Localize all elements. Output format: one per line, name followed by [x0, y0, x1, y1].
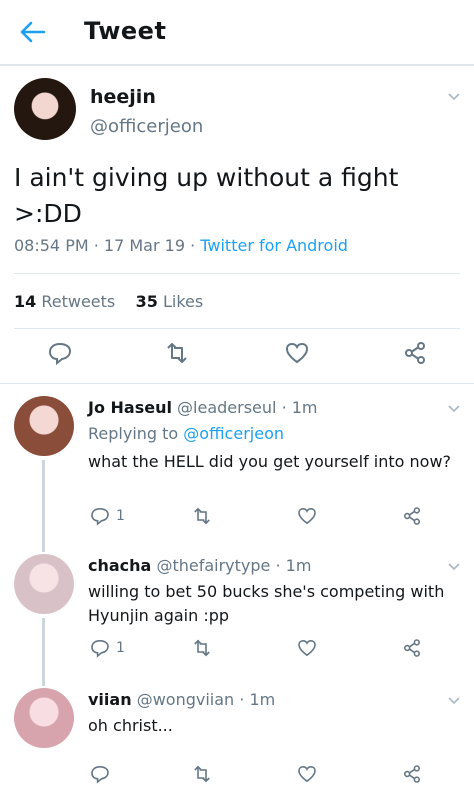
tweet-time: 08:54 PM — [14, 236, 89, 255]
reply-icon[interactable] — [88, 762, 112, 786]
divider — [14, 328, 460, 329]
reply-header: chacha @thefairytype · 1m — [88, 556, 311, 575]
share-icon[interactable] — [400, 762, 424, 786]
reply-icon[interactable] — [88, 636, 112, 660]
share-icon[interactable] — [400, 504, 424, 528]
chevron-down-icon[interactable] — [448, 694, 460, 706]
reply-time: 1m — [285, 556, 312, 575]
heart-icon[interactable] — [295, 504, 319, 528]
reply-tweet[interactable]: chacha @thefairytype · 1m willing to bet… — [0, 542, 474, 676]
meta-dot: · — [275, 556, 286, 575]
top-bar: Tweet — [0, 0, 474, 66]
reply-author-name[interactable]: chacha — [88, 556, 151, 575]
thread-line — [42, 460, 45, 542]
thread-line — [42, 618, 45, 676]
reply-tweet[interactable]: viian @wongviian · 1m oh christ... — [0, 676, 474, 800]
retweet-icon[interactable] — [190, 504, 214, 528]
avatar[interactable] — [14, 688, 74, 748]
avatar[interactable] — [14, 554, 74, 614]
reply-author-handle[interactable]: @leaderseul — [177, 398, 276, 417]
reply-actions — [88, 762, 458, 792]
thread-line — [42, 542, 45, 552]
tweet-date: 17 Mar 19 — [103, 236, 185, 255]
reply-count: 1 — [116, 508, 125, 524]
reply-text: willing to bet 50 bucks she's competing … — [88, 582, 445, 625]
chevron-down-icon[interactable] — [448, 560, 460, 572]
tweet-actions — [0, 338, 474, 378]
reply-tweet[interactable]: Jo Haseul @leaderseul · 1m Replying to @… — [0, 384, 474, 542]
reply-author-handle[interactable]: @thefairytype — [156, 556, 270, 575]
reply-actions: 1 — [88, 636, 458, 666]
retweet-icon[interactable] — [190, 636, 214, 660]
replying-to-handle[interactable]: @officerjeon — [183, 424, 284, 443]
tweet-meta: 08:54 PM · 17 Mar 19 · Twitter for Andro… — [14, 236, 348, 255]
meta-dot: · — [281, 398, 292, 417]
retweet-icon[interactable] — [190, 762, 214, 786]
tweet-stats: 14 Retweets 35 Likes — [14, 292, 203, 311]
reply-icon[interactable] — [88, 504, 112, 528]
likes-count: 35 — [135, 292, 158, 311]
main-tweet: heejin @officerjeon I ain't giving up wi… — [0, 66, 474, 384]
reply-header: Jo Haseul @leaderseul · 1m — [88, 398, 318, 417]
tweet-text: I ain't giving up without a fight >:DD — [14, 163, 399, 228]
retweets-label: Retweets — [41, 292, 116, 311]
author-handle[interactable]: @officerjeon — [90, 116, 203, 137]
meta-dot: · — [190, 236, 201, 255]
chevron-down-icon[interactable] — [448, 402, 460, 414]
likes-label: Likes — [162, 292, 204, 311]
reply-count: 1 — [116, 640, 125, 656]
reply-actions: 1 — [88, 504, 458, 534]
reply-text: what the HELL did you get yourself into … — [88, 452, 452, 471]
likes-stat[interactable]: 35 Likes — [136, 292, 204, 311]
page-title: Tweet — [84, 17, 167, 45]
replying-to: Replying to @officerjeon — [88, 424, 284, 443]
retweets-count: 14 — [14, 292, 37, 311]
reply-header: viian @wongviian · 1m — [88, 690, 275, 709]
reply-time: 1m — [249, 690, 276, 709]
arrow-left-icon[interactable] — [18, 18, 48, 46]
reply-author-name[interactable]: Jo Haseul — [88, 398, 172, 417]
heart-icon[interactable] — [295, 636, 319, 660]
reply-author-name[interactable]: viian — [88, 690, 132, 709]
reply-author-handle[interactable]: @wongviian — [137, 690, 234, 709]
avatar[interactable] — [14, 396, 74, 456]
reply-icon[interactable] — [45, 338, 75, 368]
reply-text: oh christ... — [88, 716, 173, 735]
retweets-stat[interactable]: 14 Retweets — [14, 292, 115, 311]
thread-line — [42, 676, 45, 686]
divider — [14, 273, 460, 274]
heart-icon[interactable] — [282, 338, 312, 368]
chevron-down-icon[interactable] — [448, 90, 460, 102]
author-name[interactable]: heejin — [90, 86, 156, 108]
meta-dot: · — [93, 236, 104, 255]
share-icon[interactable] — [400, 338, 430, 368]
replying-prefix: Replying to — [88, 424, 179, 443]
heart-icon[interactable] — [295, 762, 319, 786]
avatar[interactable] — [14, 78, 76, 140]
retweet-icon[interactable] — [162, 338, 192, 368]
share-icon[interactable] — [400, 636, 424, 660]
reply-time: 1m — [291, 398, 318, 417]
meta-dot: · — [239, 690, 250, 709]
tweet-source[interactable]: Twitter for Android — [200, 236, 348, 255]
